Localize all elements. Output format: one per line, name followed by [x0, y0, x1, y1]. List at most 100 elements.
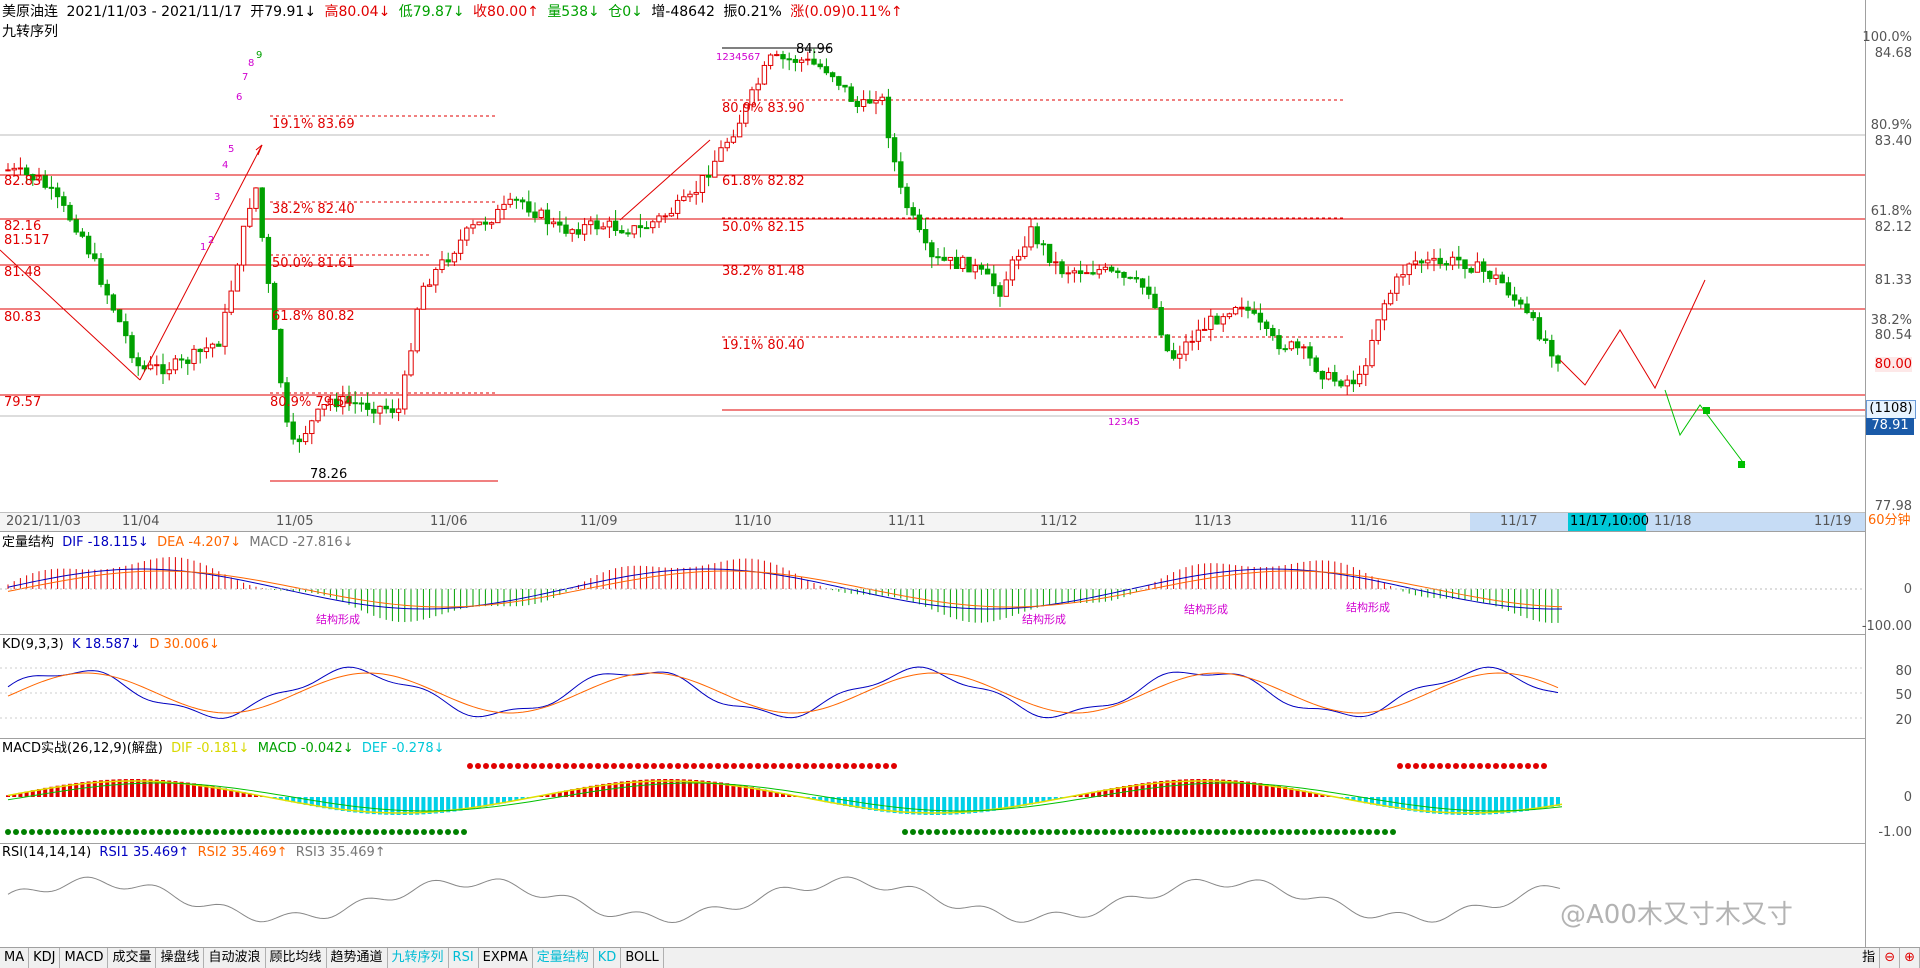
signal-dot [803, 763, 809, 769]
seq-up-8: 8 [248, 56, 254, 72]
chart-canvas[interactable] [0, 0, 1920, 967]
zoom-in-icon[interactable]: ⊕ [1900, 948, 1920, 968]
candle-body [967, 257, 971, 272]
candle-body [93, 254, 97, 259]
signal-dot [843, 763, 849, 769]
corner-button[interactable]: 指 [1858, 948, 1880, 968]
candle-body [1302, 347, 1306, 348]
candle-body [1016, 256, 1020, 260]
candle-body [861, 100, 865, 107]
candle-body [117, 310, 121, 322]
signal-dot [437, 829, 443, 835]
forecast-marker [1738, 461, 1745, 468]
tab-boll[interactable]: BOLL [621, 948, 663, 968]
signal-dot [381, 829, 387, 835]
signal-dot [253, 829, 259, 835]
signal-dot [707, 763, 713, 769]
high-mark: 84.96 [796, 42, 833, 58]
fib-label-right-618: 61.8% 82.82 [722, 174, 805, 190]
signal-dot [333, 829, 339, 835]
candle-body [799, 60, 803, 62]
fib-label-right-382: 38.2% 81.48 [722, 264, 805, 280]
candle-body [502, 204, 506, 209]
candle-body [576, 230, 580, 234]
candle-body [607, 221, 611, 227]
signal-dot [715, 763, 721, 769]
candle-body [1388, 293, 1392, 303]
candle-body [1481, 262, 1485, 271]
date-11: 11/17 [1500, 514, 1537, 530]
tab-ma[interactable]: MA [0, 948, 29, 968]
tab-quant-structure[interactable]: 定量结构 [533, 948, 594, 968]
candle-body [1314, 358, 1318, 371]
signal-dot [429, 829, 435, 835]
panel-sep-2 [0, 634, 1865, 635]
signal-dot [499, 763, 505, 769]
candle-body [651, 222, 655, 228]
candle-body [849, 87, 853, 101]
candle-body [458, 240, 462, 253]
candle-body [1283, 349, 1287, 350]
signal-dot [149, 829, 155, 835]
panel4-rsi3: RSI3 35.469↑ [296, 845, 386, 860]
signal-dot [1318, 829, 1324, 835]
candle-body [973, 266, 977, 272]
zoom-out-icon[interactable]: ⊖ [1880, 948, 1900, 968]
period-label[interactable]: 60分钟 [1868, 513, 1911, 529]
candle-body [409, 351, 413, 375]
signal-dot [795, 763, 801, 769]
candle-body [1122, 272, 1126, 277]
tab-trade-line[interactable]: 操盘线 [156, 948, 204, 968]
signal-dot [883, 763, 889, 769]
candle-body [930, 243, 934, 257]
tab-volume[interactable]: 成交量 [108, 948, 156, 968]
candle-body [1475, 262, 1479, 272]
signal-dot [341, 829, 347, 835]
signal-dot [349, 829, 355, 835]
tab-nine-turn[interactable]: 九转序列 [388, 948, 449, 968]
axis-label-8468: 84.68 [1875, 46, 1912, 61]
signal-dot [1134, 829, 1140, 835]
candle-body [632, 226, 636, 234]
candle-body [1091, 273, 1095, 274]
candle-body [1395, 277, 1399, 293]
panel1-axis-0: 0 [1904, 582, 1912, 597]
signal-dot [579, 763, 585, 769]
signal-dot [117, 829, 123, 835]
candle-body [489, 223, 493, 224]
tab-trend-channel[interactable]: 趋势通道 [327, 948, 388, 968]
tab-macd[interactable]: MACD [60, 948, 108, 968]
signal-dot [659, 763, 665, 769]
tab-kdj[interactable]: KDJ [29, 948, 60, 968]
signal-dot [1374, 829, 1380, 835]
signal-dot [1278, 829, 1284, 835]
tab-rsi[interactable]: RSI [449, 948, 479, 968]
panel4-title: RSI(14,14,14) RSI1 35.469↑ RSI2 35.469↑ … [2, 845, 386, 861]
signal-dot [771, 763, 777, 769]
candle-body [558, 222, 562, 225]
signal-dot [990, 829, 996, 835]
signal-dot [827, 763, 833, 769]
panel3-def: DEF -0.278↓ [362, 741, 445, 756]
date-axis[interactable]: 2021/11/03 11/04 11/05 11/06 11/09 11/10… [0, 512, 1865, 532]
seq-up-9: 9 [256, 48, 262, 64]
signal-dot [1046, 829, 1052, 835]
candle-body [1494, 275, 1498, 278]
tab-kd[interactable]: KD [594, 948, 622, 968]
signal-dot [205, 829, 211, 835]
tab-expma[interactable]: EXPMA [479, 948, 533, 968]
tab-guppy[interactable]: 顾比均线 [266, 948, 327, 968]
candle-body [1147, 287, 1151, 294]
signal-dot [926, 829, 932, 835]
candle-body [1457, 257, 1461, 260]
candle-body [620, 231, 624, 233]
candle-body [434, 269, 438, 284]
signal-dot [133, 829, 139, 835]
signal-dot [53, 829, 59, 835]
candle-body [1215, 316, 1219, 324]
signal-dot [317, 829, 323, 835]
tab-auto-wave[interactable]: 自动波浪 [204, 948, 265, 968]
signal-dot [763, 763, 769, 769]
candle-body [99, 259, 103, 285]
candle-body [1289, 342, 1293, 349]
